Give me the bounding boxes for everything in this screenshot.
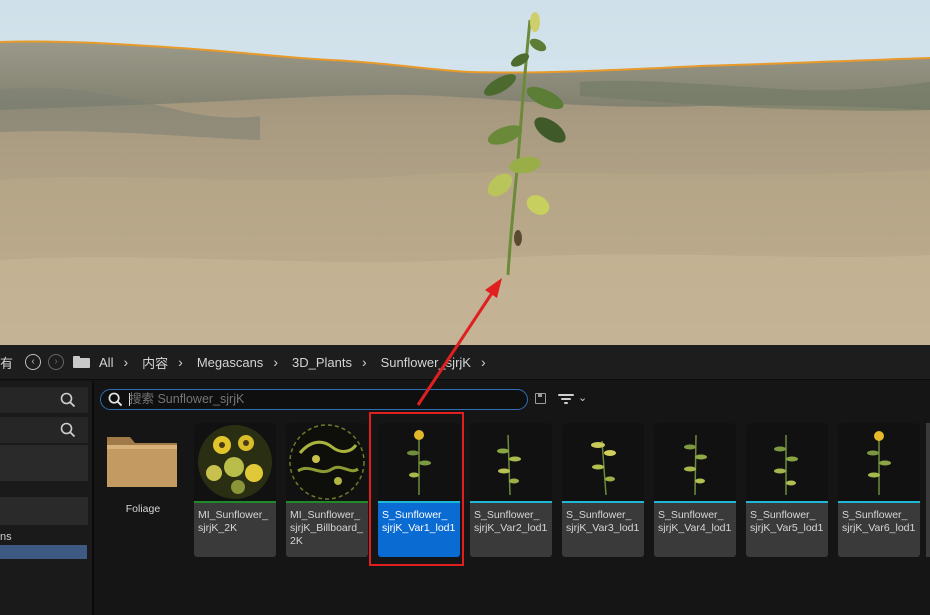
asset-label: S_Sunflower_ sjrjK_Var4_lod1 (658, 509, 732, 534)
chevron-right-icon[interactable]: › (178, 354, 183, 370)
filter-icon[interactable] (558, 392, 574, 406)
asset-type-strip (838, 501, 920, 503)
asset-tile-static-mesh[interactable]: S_Sunflower_ sjrjK_Var4_lod1 (654, 423, 736, 557)
asset-search-input[interactable] (129, 391, 509, 407)
sources-search-row[interactable] (0, 387, 88, 413)
asset-tile-material[interactable]: MI_Sunflower_ sjrjK_2K (194, 423, 276, 557)
asset-type-strip (378, 501, 460, 503)
asset-label: S_Sunflower_ sjrjK_Var5_lod1 (750, 509, 824, 534)
material-sphere-thumbnail (194, 423, 276, 501)
asset-tile-folder[interactable]: Foliage (102, 423, 184, 557)
collections-search-row[interactable] (0, 417, 88, 443)
asset-label: Foliage (125, 503, 161, 515)
sources-panel: ns (0, 381, 94, 615)
asset-tile-static-mesh[interactable]: S_Sunflower_ sjrjK_Var6_lod1 (838, 423, 920, 557)
breadcrumb-megascans[interactable]: Megascans (197, 355, 263, 370)
static-mesh-thumbnail (838, 423, 920, 501)
asset-tile-static-mesh-selected[interactable]: S_Sunflower_ sjrjK_Var1_lod1 (378, 423, 460, 557)
chevron-right-icon[interactable]: › (481, 354, 486, 370)
path-bar: 有 ‹ › All › 内容 › Megascans › 3D_Plants ›… (0, 345, 930, 380)
asset-type-strip (194, 501, 276, 503)
folder-tree-selected-item[interactable] (0, 545, 87, 559)
chevron-right-icon[interactable]: › (362, 354, 367, 370)
asset-type-strip (746, 501, 828, 503)
asset-type-strip (470, 501, 552, 503)
breadcrumb-sunflower[interactable]: Sunflower_sjrjK (381, 355, 471, 370)
static-mesh-thumbnail (746, 423, 828, 501)
static-mesh-thumbnail (654, 423, 736, 501)
asset-tile-material[interactable]: MI_Sunflower_ sjrjK_Billboard_ 2K (286, 423, 368, 557)
folder-icon (107, 437, 177, 487)
asset-type-strip (286, 501, 368, 503)
asset-label: S_Sunflower_ sjrjK_Var6_lod1 (842, 509, 916, 534)
static-mesh-thumbnail (562, 423, 644, 501)
path-bar-clipped-text: 有 (0, 355, 14, 371)
level-viewport[interactable] (0, 0, 930, 345)
chevron-down-icon[interactable]: ⌄ (578, 391, 587, 404)
folder-tree-header[interactable] (0, 445, 88, 481)
search-icon[interactable] (60, 422, 76, 438)
chevron-right-icon[interactable]: › (123, 354, 128, 370)
asset-type-strip (654, 501, 736, 503)
folder-icon[interactable] (73, 356, 91, 368)
asset-label: S_Sunflower_ sjrjK_Var3_lod1 (566, 509, 640, 534)
folder-tree-item[interactable] (0, 497, 88, 525)
content-browser: 有 ‹ › All › 内容 › Megascans › 3D_Plants ›… (0, 345, 930, 615)
asset-tile-clipped[interactable] (926, 423, 930, 557)
search-icon[interactable] (60, 392, 76, 408)
asset-tile-static-mesh[interactable]: S_Sunflower_ sjrjK_Var3_lod1 (562, 423, 644, 557)
asset-label: S_Sunflower_ sjrjK_Var2_lod1 (474, 509, 548, 534)
static-mesh-thumbnail (378, 423, 460, 501)
folder-thumbnail (102, 423, 184, 501)
breadcrumb-content[interactable]: 内容 (142, 353, 168, 372)
material-sphere-thumbnail (286, 423, 368, 501)
forward-icon[interactable]: › (48, 354, 65, 370)
asset-tile-static-mesh[interactable]: S_Sunflower_ sjrjK_Var2_lod1 (470, 423, 552, 557)
static-mesh-thumbnail (470, 423, 552, 501)
breadcrumb-3d-plants[interactable]: 3D_Plants (292, 355, 352, 370)
back-icon[interactable]: ‹ (25, 354, 42, 370)
asset-search-box[interactable] (100, 389, 528, 410)
save-search-icon[interactable] (535, 393, 546, 404)
asset-label: S_Sunflower_ sjrjK_Var1_lod1 (382, 509, 456, 534)
viewport-scene (0, 0, 930, 345)
search-icon (108, 392, 123, 407)
breadcrumb-all[interactable]: All (99, 355, 113, 370)
asset-tile-static-mesh[interactable]: S_Sunflower_ sjrjK_Var5_lod1 (746, 423, 828, 557)
asset-label: MI_Sunflower_ sjrjK_2K (198, 509, 269, 534)
asset-label: MI_Sunflower_ sjrjK_Billboard_ 2K (290, 509, 363, 547)
folder-tree-item-label[interactable]: ns (0, 531, 12, 543)
asset-type-strip (562, 501, 644, 503)
chevron-right-icon[interactable]: › (273, 354, 278, 370)
